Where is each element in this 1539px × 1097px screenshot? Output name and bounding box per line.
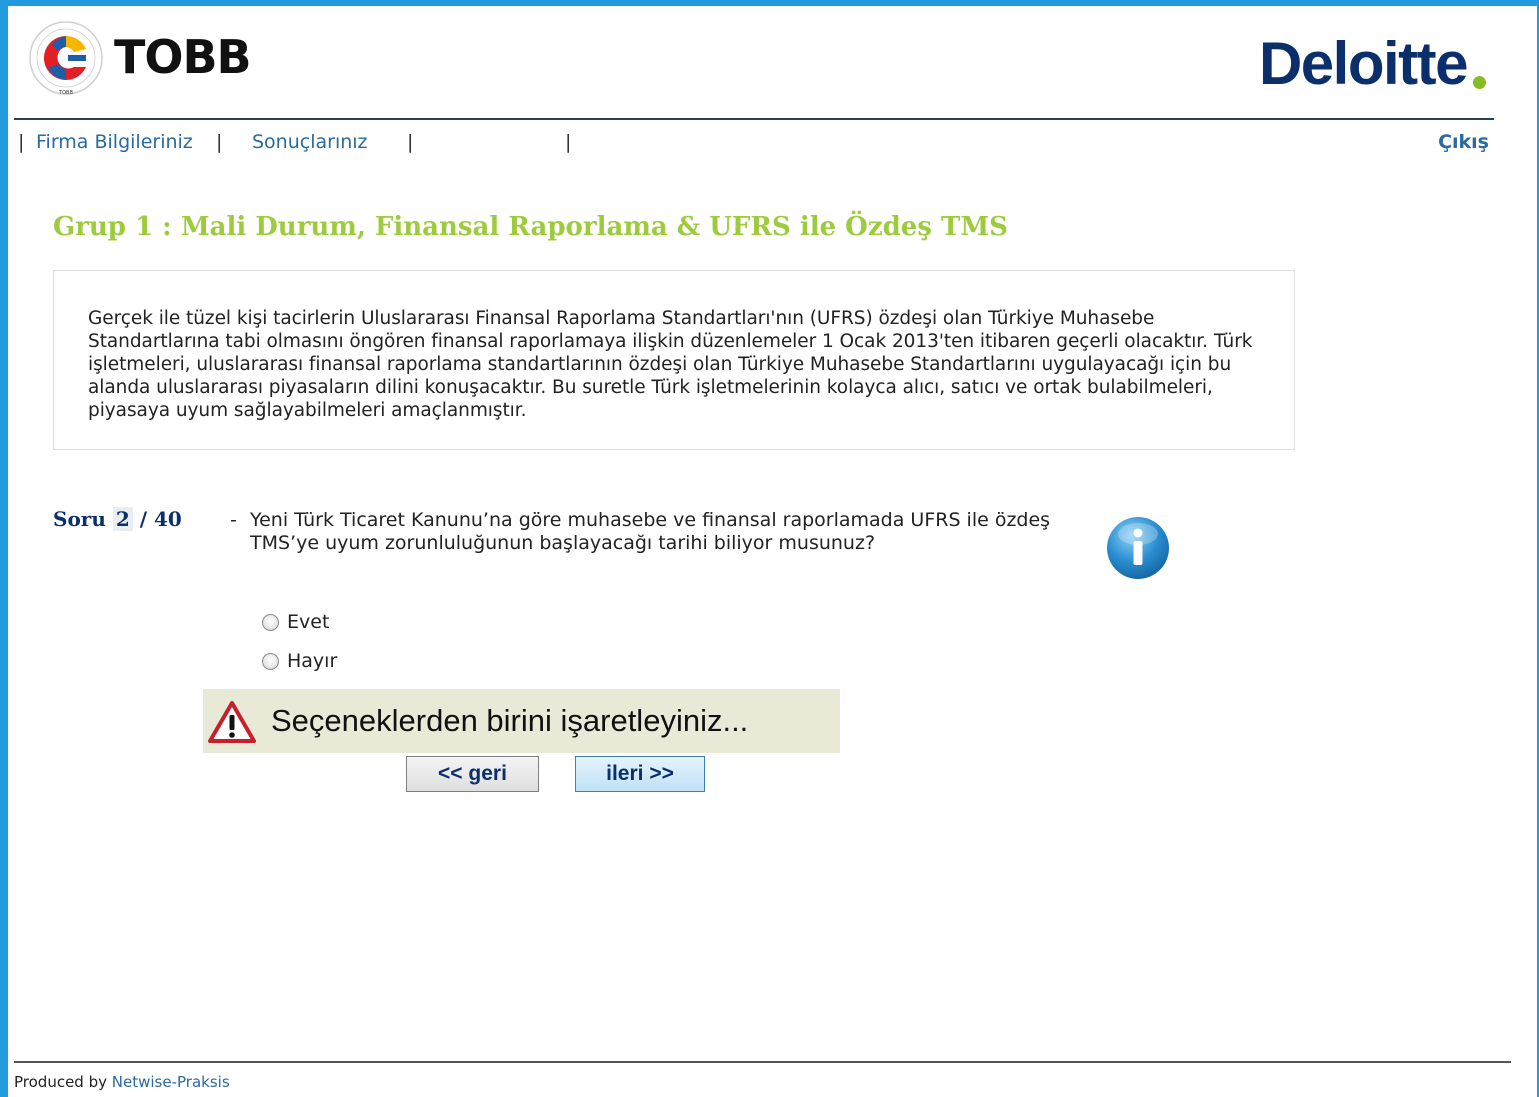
option-evet[interactable]: Evet [262, 610, 329, 634]
option-evet-label: Evet [287, 611, 330, 633]
nav-separator: | [565, 131, 572, 153]
deloitte-wordmark: Deloitte [1258, 30, 1469, 97]
question-divider: / [139, 507, 148, 531]
tobb-wordmark: TOBB [114, 30, 252, 84]
question-label: Soru [53, 507, 106, 531]
footer-divider [14, 1061, 1511, 1063]
deloitte-dot [1473, 76, 1486, 89]
question-total: 40 [154, 507, 182, 531]
warning-icon [208, 701, 256, 743]
nav-item-firma-bilgileriniz[interactable]: Firma Bilgileriniz [36, 130, 193, 154]
footer: Produced by Netwise-Praksis [14, 1073, 230, 1091]
radio-hayir[interactable] [262, 652, 279, 670]
svg-text:TOBB: TOBB [58, 90, 73, 96]
group-title: Grup 1 : Mali Durum, Finansal Raporlama … [53, 212, 1008, 242]
nav-separator: | [216, 131, 223, 153]
question-dash: - [230, 509, 237, 531]
question-current: 2 [112, 507, 133, 531]
nav-separator: | [18, 131, 25, 153]
next-button[interactable]: ileri >> [575, 756, 705, 792]
back-button[interactable]: << geri [406, 756, 539, 792]
alert-message: Seçeneklerden birini işaretleyiniz... [271, 703, 749, 738]
group-description: Gerçek ile tüzel kişi tacirlerin Uluslar… [88, 308, 1253, 421]
nav-item-sonuclariniz[interactable]: Sonuçlarınız [252, 130, 368, 154]
nav-separator: | [407, 131, 414, 153]
footer-link[interactable]: Netwise-Praksis [112, 1073, 230, 1091]
validation-alert: Seçeneklerden birini işaretleyiniz... [203, 689, 840, 753]
header-divider [14, 118, 1494, 120]
question-text: Yeni Türk Ticaret Kanunu’na göre muhaseb… [250, 509, 1051, 554]
option-hayir-label: Hayır [287, 650, 338, 672]
description-box: Gerçek ile tüzel kişi tacirlerin Uluslar… [53, 270, 1295, 450]
footer-prefix: Produced by [14, 1073, 107, 1091]
question-counter: Soru 2 / 40 [53, 507, 182, 531]
option-hayir[interactable]: Hayır [262, 649, 337, 673]
tobb-logo-icon: TOBB [29, 21, 103, 96]
logout-link[interactable]: Çıkış [1438, 130, 1489, 154]
info-icon[interactable] [1106, 516, 1170, 580]
radio-evet[interactable] [262, 613, 279, 631]
